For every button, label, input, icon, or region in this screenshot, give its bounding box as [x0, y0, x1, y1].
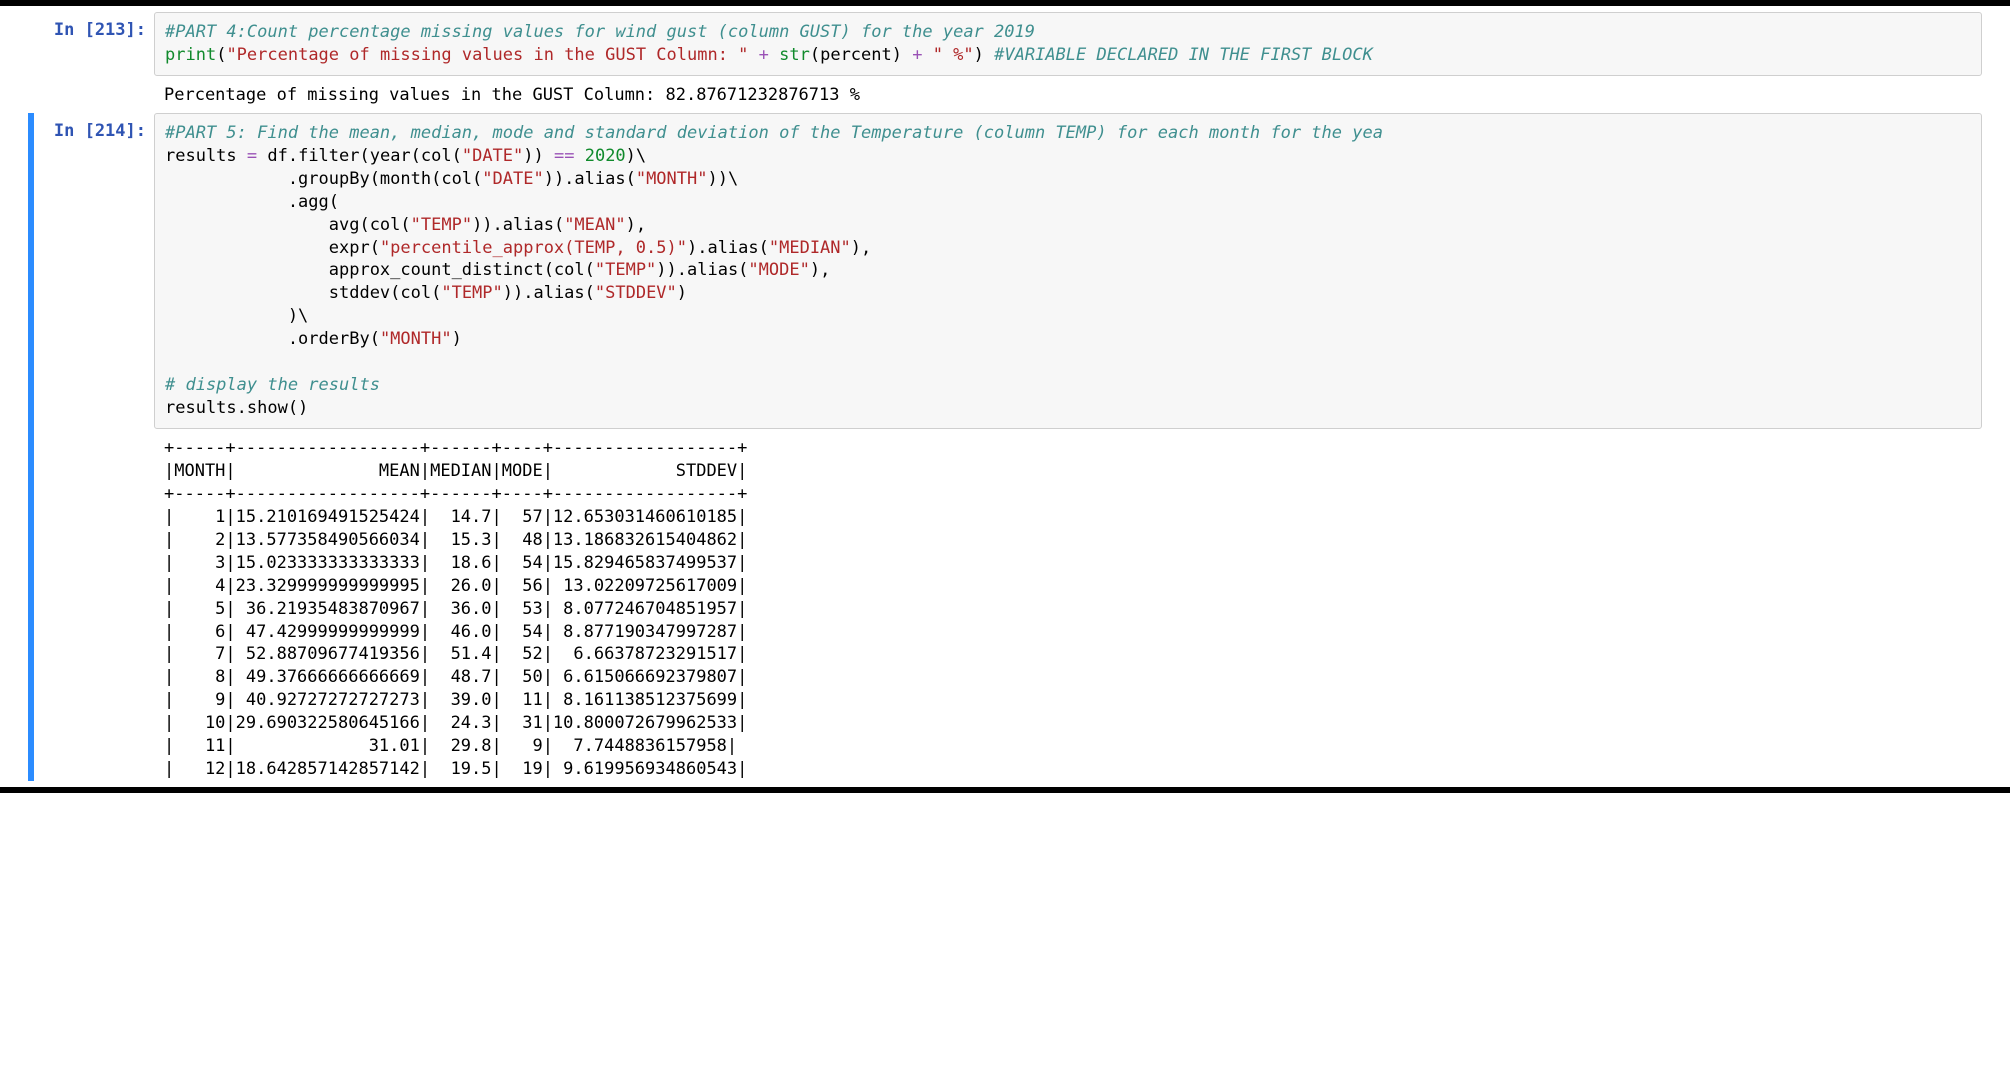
window-frame-bottom [0, 787, 2010, 793]
prompt-label: In [213]: [54, 20, 146, 40]
code-comment: #PART 5: Find the mean, median, mode and… [165, 123, 1383, 143]
code-string: " %" [933, 45, 974, 65]
notebook-page: In [213]: #PART 4:Count percentage missi… [0, 0, 2010, 793]
cell-output: Percentage of missing values in the GUST… [154, 76, 1982, 107]
code-string: "Percentage of missing values in the GUS… [226, 45, 748, 65]
kw-str: str [779, 45, 810, 65]
code-input-area[interactable]: #PART 4:Count percentage missing values … [154, 12, 1982, 76]
input-prompt: In [213]: [34, 12, 154, 107]
code-comment: # display the results [165, 375, 380, 395]
window-frame-top [0, 0, 2010, 6]
kw-print: print [165, 45, 216, 65]
code-input-area[interactable]: #PART 5: Find the mean, median, mode and… [154, 113, 1982, 429]
cell-output: +-----+------------------+------+----+--… [154, 429, 1982, 781]
code-comment: #VARIABLE DECLARED IN THE FIRST BLOCK [994, 45, 1373, 65]
input-prompt: In [214]: [34, 113, 154, 781]
notebook-cell-213: In [213]: #PART 4:Count percentage missi… [28, 12, 1982, 107]
notebook-cell-214: In [214]: #PART 5: Find the mean, median… [28, 113, 1982, 781]
code-comment: #PART 4:Count percentage missing values … [165, 22, 1035, 42]
prompt-label: In [214]: [54, 121, 146, 141]
